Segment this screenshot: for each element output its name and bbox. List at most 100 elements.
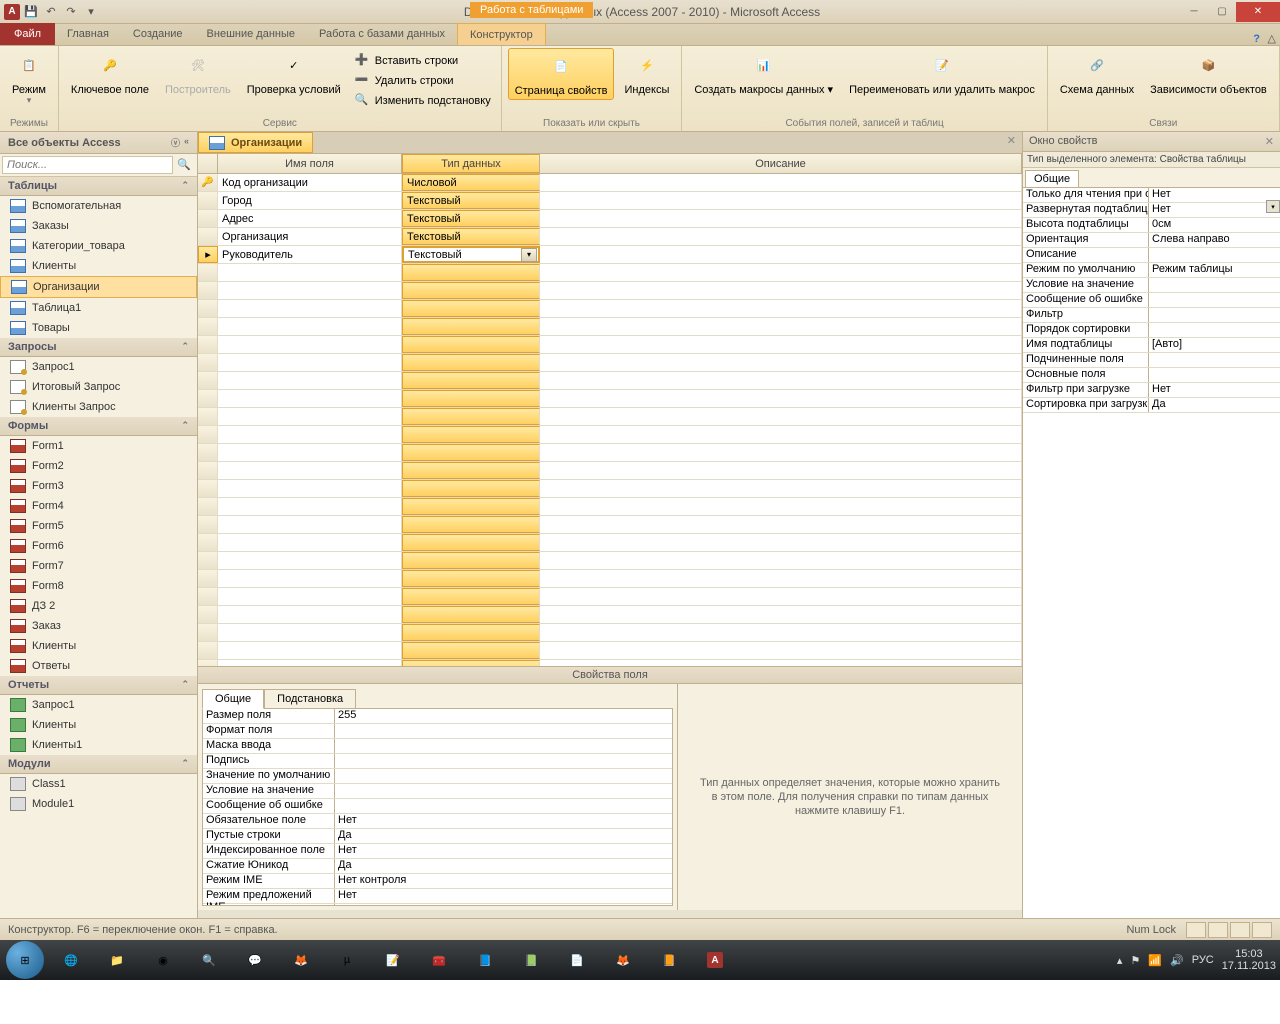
- nav-item[interactable]: Организации: [0, 276, 197, 298]
- nav-item[interactable]: Form5: [0, 516, 197, 536]
- field-type-cell[interactable]: [402, 606, 540, 623]
- qat-redo-icon[interactable]: ↷: [62, 3, 80, 21]
- field-name-cell[interactable]: [218, 282, 402, 299]
- field-type-cell[interactable]: [402, 570, 540, 587]
- field-type-cell[interactable]: [402, 336, 540, 353]
- field-desc-cell[interactable]: [540, 444, 1022, 461]
- nav-item[interactable]: Form3: [0, 476, 197, 496]
- relationships-button[interactable]: 🔗 Схема данных: [1054, 48, 1140, 98]
- prop-value[interactable]: Нет: [335, 814, 672, 828]
- qat-save-icon[interactable]: 💾: [22, 3, 40, 21]
- field-type-cell[interactable]: [402, 552, 540, 569]
- field-desc-cell[interactable]: [540, 354, 1022, 371]
- field-type-cell[interactable]: Текстовый: [402, 228, 540, 245]
- prop-value[interactable]: [335, 769, 672, 783]
- row-selector[interactable]: [198, 606, 218, 623]
- file-tab[interactable]: Файл: [0, 23, 55, 45]
- nav-dropdown-icon[interactable]: ⓥ: [171, 136, 180, 149]
- nav-item[interactable]: Таблица1: [0, 298, 197, 318]
- grid-row[interactable]: [198, 444, 1022, 462]
- nav-item[interactable]: Клиенты: [0, 636, 197, 656]
- tab-design[interactable]: Конструктор: [457, 23, 546, 45]
- field-name-cell[interactable]: [218, 300, 402, 317]
- grid-row[interactable]: [198, 300, 1022, 318]
- nav-item[interactable]: Module1: [0, 794, 197, 814]
- nav-group-queries[interactable]: Запросы⌃: [0, 338, 197, 357]
- ps-value[interactable]: Да: [1149, 398, 1280, 412]
- row-selector[interactable]: 🔑: [198, 174, 218, 191]
- propsheet-row[interactable]: Основные поля: [1023, 368, 1280, 383]
- grid-row[interactable]: [198, 552, 1022, 570]
- field-prop-row[interactable]: Сжатие ЮникодДа: [203, 859, 672, 874]
- field-desc-cell[interactable]: [540, 192, 1022, 209]
- field-type-cell[interactable]: [402, 300, 540, 317]
- row-selector[interactable]: [198, 534, 218, 551]
- grid-row[interactable]: ГородТекстовый: [198, 192, 1022, 210]
- tb-firefox2-icon[interactable]: 🦊: [602, 944, 644, 976]
- start-button[interactable]: ⊞: [4, 944, 46, 976]
- ps-value[interactable]: [Авто]: [1149, 338, 1280, 352]
- tb-yandex-icon[interactable]: 🔍: [188, 944, 230, 976]
- grid-row[interactable]: [198, 282, 1022, 300]
- grid-row[interactable]: [198, 372, 1022, 390]
- row-selector[interactable]: [198, 552, 218, 569]
- field-props-grid[interactable]: Размер поля255Формат поляМаска вводаПодп…: [202, 708, 673, 906]
- row-selector[interactable]: [198, 408, 218, 425]
- nav-item[interactable]: Клиенты1: [0, 735, 197, 755]
- row-selector[interactable]: [198, 390, 218, 407]
- field-name-cell[interactable]: [218, 444, 402, 461]
- propsheet-row[interactable]: Фильтр: [1023, 308, 1280, 323]
- modify-lookup-button[interactable]: 🔍Изменить подстановку: [351, 92, 495, 110]
- propsheet-row[interactable]: Условие на значение: [1023, 278, 1280, 293]
- grid-row[interactable]: [198, 354, 1022, 372]
- prop-value[interactable]: Да: [335, 829, 672, 843]
- field-desc-cell[interactable]: [540, 246, 1022, 263]
- ps-value[interactable]: [1149, 353, 1280, 367]
- field-name-cell[interactable]: [218, 462, 402, 479]
- nav-pane-header[interactable]: Все объекты Access ⓥ«: [0, 132, 197, 154]
- property-sheet-button[interactable]: 📄 Страница свойств: [508, 48, 615, 100]
- field-type-cell[interactable]: [402, 642, 540, 659]
- qat-customize-icon[interactable]: ▾: [82, 3, 100, 21]
- nav-item[interactable]: Form8: [0, 576, 197, 596]
- view-design-button[interactable]: [1208, 922, 1228, 938]
- nav-item[interactable]: Клиенты Запрос: [0, 397, 197, 417]
- row-selector[interactable]: [198, 192, 218, 209]
- field-name-cell[interactable]: [218, 390, 402, 407]
- views-button[interactable]: 📋 Режим▾: [6, 48, 52, 108]
- row-selector[interactable]: [198, 426, 218, 443]
- nav-item[interactable]: Class1: [0, 774, 197, 794]
- row-selector[interactable]: [198, 300, 218, 317]
- rename-macro-button[interactable]: 📝 Переименовать или удалить макрос: [843, 48, 1041, 98]
- builder-button[interactable]: 🛠 Построитель: [159, 48, 237, 98]
- grid-row[interactable]: ОрганизацияТекстовый: [198, 228, 1022, 246]
- tb-app2-icon[interactable]: 🧰: [418, 944, 460, 976]
- ps-value[interactable]: Режим таблицы: [1149, 263, 1280, 277]
- propsheet-row[interactable]: Высота подтаблицы0см: [1023, 218, 1280, 233]
- field-name-cell[interactable]: [218, 408, 402, 425]
- tb-skype-icon[interactable]: 💬: [234, 944, 276, 976]
- field-desc-cell[interactable]: [540, 174, 1022, 191]
- nav-item[interactable]: Итоговый Запрос: [0, 377, 197, 397]
- field-name-cell[interactable]: Адрес: [218, 210, 402, 227]
- field-name-cell[interactable]: [218, 480, 402, 497]
- field-name-cell[interactable]: [218, 516, 402, 533]
- tray-arrow-icon[interactable]: ▴: [1117, 954, 1123, 967]
- prop-value[interactable]: [335, 784, 672, 798]
- field-desc-cell[interactable]: [540, 210, 1022, 227]
- field-prop-row[interactable]: Индексированное полеНет: [203, 844, 672, 859]
- tb-utorrent-icon[interactable]: µ: [326, 944, 368, 976]
- field-type-cell[interactable]: [402, 444, 540, 461]
- row-selector[interactable]: [198, 264, 218, 281]
- tb-app1-icon[interactable]: ◉: [142, 944, 184, 976]
- field-type-cell[interactable]: [402, 426, 540, 443]
- grid-row[interactable]: [198, 462, 1022, 480]
- field-prop-row[interactable]: Маска ввода: [203, 739, 672, 754]
- field-desc-cell[interactable]: [540, 552, 1022, 569]
- field-name-cell[interactable]: [218, 570, 402, 587]
- grid-row[interactable]: ▸РуководительТекстовый▾: [198, 246, 1022, 264]
- column-header-name[interactable]: Имя поля: [218, 154, 402, 173]
- grid-row[interactable]: [198, 390, 1022, 408]
- search-icon[interactable]: 🔍: [173, 156, 195, 174]
- view-pivotchart-button[interactable]: [1252, 922, 1272, 938]
